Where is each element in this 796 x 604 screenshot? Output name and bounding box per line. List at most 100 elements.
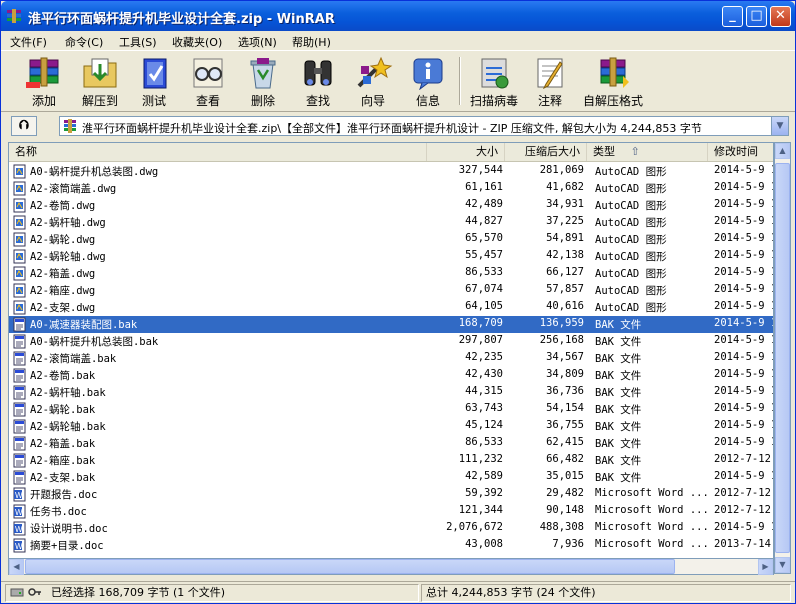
delete-button[interactable]: 删除 [238, 54, 288, 110]
file-packed-size: 29,482 [546, 487, 584, 499]
view-button[interactable]: 查看 [183, 54, 233, 110]
close-button[interactable]: ✕ [770, 6, 791, 27]
extract-to-button[interactable]: 解压到 [73, 54, 127, 110]
column-packed[interactable]: 压缩后大小 [505, 143, 587, 161]
file-name: A2-蜗轮轴.bak [30, 421, 106, 433]
winrar-app-icon [7, 9, 21, 23]
file-name: 摘要+目录.doc [30, 540, 104, 552]
file-modified: 2014-5-9 1 [714, 283, 774, 295]
file-modified: 2012-7-12 [714, 487, 771, 499]
path-dropdown-arrow-icon[interactable]: ▼ [771, 117, 788, 135]
horizontal-scrollbar[interactable]: ◀ ▶ [8, 558, 774, 575]
menu-file[interactable]: 文件(F) [10, 34, 47, 50]
menu-help[interactable]: 帮助(H) [292, 34, 331, 50]
menu-options[interactable]: 选项(N) [238, 34, 277, 50]
file-row[interactable]: A2-蜗轮.dwg 65,570 54,891 AutoCAD 图形 2014-5-9 … [9, 231, 773, 248]
file-type: AutoCAD 图形 [595, 166, 667, 178]
extract-folder-icon [83, 58, 117, 88]
autocad-file-icon [13, 198, 27, 213]
file-row[interactable]: A2-箱盖.dwg 86,533 66,127 AutoCAD 图形 2014-5-9 … [9, 265, 773, 282]
file-row[interactable]: A2-箱盖.bak 86,533 62,415 BAK 文件 2014-5-9 1 [9, 435, 774, 452]
status-total: 总计 4,244,853 字节 (24 个文件) [421, 584, 791, 602]
file-row[interactable]: A0-减速器装配图.bak 168,709 136,959 BAK 文件 2014-5-… [9, 316, 773, 333]
virus-scan-button[interactable]: 扫描病毒 [465, 54, 523, 110]
path-combobox[interactable]: 淮平行环面蜗杆提升机毕业设计全套.zip\【全部文件】淮平行环面蜗杆提升机设计 … [59, 116, 789, 136]
file-row[interactable]: A2-蜗杆轴.bak 44,315 36,736 BAK 文件 2014-5-9 1 [9, 384, 773, 401]
file-row[interactable]: A2-蜗轮轴.bak 45,124 36,755 BAK 文件 2014-5-9 1 [9, 418, 774, 435]
file-list[interactable]: 名称 大小 压缩后大小 类型 ⇧ 修改时间 A0-蜗杆提升机总装图.dwg 327… [8, 142, 774, 574]
comment-button[interactable]: 注释 [525, 54, 575, 110]
menu-commands[interactable]: 命令(C) [65, 34, 103, 50]
autocad-file-icon [13, 164, 27, 179]
file-row[interactable]: A2-支架.bak 42,589 35,015 BAK 文件 2014-5-9 1 [9, 469, 773, 486]
title-bar[interactable]: 淮平行环面蜗杆提升机毕业设计全套.zip - WinRAR _ □ ✕ [1, 1, 795, 31]
file-modified: 2014-5-9 1 [714, 436, 774, 448]
file-row[interactable]: W 开题报告.doc 59,392 29,482 Microsoft Word ... 2… [9, 486, 773, 503]
autocad-file-icon [13, 215, 27, 230]
scroll-down-icon[interactable]: ▼ [775, 557, 790, 573]
find-button[interactable]: 查找 [293, 54, 343, 110]
up-folder-button[interactable]: ⮉ [11, 116, 37, 136]
delete-label: 删除 [250, 94, 275, 108]
test-button[interactable]: 测试 [129, 54, 179, 110]
menu-tools[interactable]: 工具(S) [119, 34, 157, 50]
info-button[interactable]: 信息 [403, 54, 453, 110]
file-row[interactable]: A0-蜗杆提升机总装图.dwg 327,544 281,069 AutoCAD 图形 2… [9, 163, 773, 180]
file-packed-size: 281,069 [539, 164, 584, 176]
vertical-scrollbar[interactable]: ▲ ▼ [774, 142, 791, 574]
menu-favorites[interactable]: 收藏夹(O) [172, 34, 222, 50]
sfx-button[interactable]: 自解压格式 [581, 54, 645, 110]
file-row[interactable]: W 任务书.doc 121,344 90,148 Microsoft Word ... 2… [9, 503, 773, 520]
drive-icon [10, 588, 24, 597]
scroll-up-icon[interactable]: ▲ [775, 143, 790, 159]
file-type: AutoCAD 图形 [595, 217, 667, 229]
minimize-button[interactable]: _ [722, 6, 743, 27]
find-label: 查找 [305, 94, 330, 108]
maximize-button[interactable]: □ [746, 6, 767, 27]
column-modified[interactable]: 修改时间 [708, 143, 773, 161]
file-type: BAK 文件 [595, 336, 642, 348]
file-row[interactable]: A2-蜗轮轴.dwg 55,457 42,138 AutoCAD 图形 2014-5-9… [9, 248, 773, 265]
file-row[interactable]: A2-支架.dwg 64,105 40,616 AutoCAD 图形 2014-5-9 … [9, 299, 773, 316]
file-row[interactable]: W 摘要+目录.doc 43,008 7,936 Microsoft Word ... 2… [9, 537, 773, 554]
list-header: 名称 大小 压缩后大小 类型 ⇧ 修改时间 [9, 143, 773, 162]
column-name[interactable]: 名称 [9, 143, 427, 161]
vertical-scroll-thumb[interactable] [775, 163, 790, 553]
file-name: A2-滚筒端盖.bak [30, 353, 117, 365]
file-row[interactable]: A2-蜗杆轴.dwg 44,827 37,225 AutoCAD 图形 2014-5-9… [9, 214, 774, 231]
scroll-right-icon[interactable]: ▶ [758, 559, 773, 575]
scroll-left-icon[interactable]: ◀ [9, 559, 24, 575]
file-row[interactable]: A2-滚筒端盖.dwg 61,161 41,682 AutoCAD 图形 2014-5-… [9, 180, 773, 197]
wizard-button[interactable]: 向导 [348, 54, 398, 110]
autocad-file-icon [13, 249, 27, 264]
file-row[interactable]: A0-蜗杆提升机总装图.bak 297,807 256,168 BAK 文件 2014-… [9, 333, 773, 350]
file-size: 55,457 [465, 249, 503, 261]
file-modified: 2013-7-14 [714, 538, 771, 550]
test-label: 测试 [141, 94, 166, 108]
info-label: 信息 [415, 94, 440, 108]
file-modified: 2014-5-9 1 [714, 419, 774, 431]
file-row[interactable]: A2-卷筒.dwg 42,489 34,931 AutoCAD 图形 2014-5-9 … [9, 197, 773, 214]
file-name: 开题报告.doc [30, 489, 98, 501]
file-row[interactable]: A2-箱座.dwg 67,074 57,857 AutoCAD 图形 2014-5-9 … [9, 282, 774, 299]
add-button[interactable]: 添加 [19, 54, 69, 110]
sfx-label: 自解压格式 [582, 94, 643, 108]
file-row[interactable]: W 设计说明书.doc 2,076,672 488,308 Microsoft Word… [9, 520, 773, 537]
column-size[interactable]: 大小 [427, 143, 505, 161]
file-row[interactable]: A2-卷筒.bak 42,430 34,809 BAK 文件 2014-5-9 1 [9, 367, 774, 384]
file-row[interactable]: A2-滚筒端盖.bak 42,235 34,567 BAK 文件 2014-5-9 1 [9, 350, 773, 367]
extract-to-label: 解压到 [81, 94, 118, 108]
file-row[interactable]: A2-蜗轮.bak 63,743 54,154 BAK 文件 2014-5-9 1 [9, 401, 773, 418]
horizontal-scroll-thumb[interactable] [25, 559, 675, 574]
file-packed-size: 34,931 [546, 198, 584, 210]
file-size: 327,544 [458, 164, 503, 176]
file-modified: 2014-5-9 1 [714, 368, 774, 380]
add-label: 添加 [31, 94, 56, 108]
file-row[interactable]: A2-箱座.bak 111,232 66,482 BAK 文件 2012-7-12 [9, 452, 773, 469]
file-size: 42,589 [465, 470, 503, 482]
column-type[interactable]: 类型 ⇧ [587, 143, 708, 161]
file-modified: 2014-5-9 1 [714, 215, 774, 227]
file-size: 111,232 [458, 453, 503, 465]
file-name: A0-蜗杆提升机总装图.dwg [30, 166, 159, 178]
file-type: AutoCAD 图形 [595, 183, 667, 195]
